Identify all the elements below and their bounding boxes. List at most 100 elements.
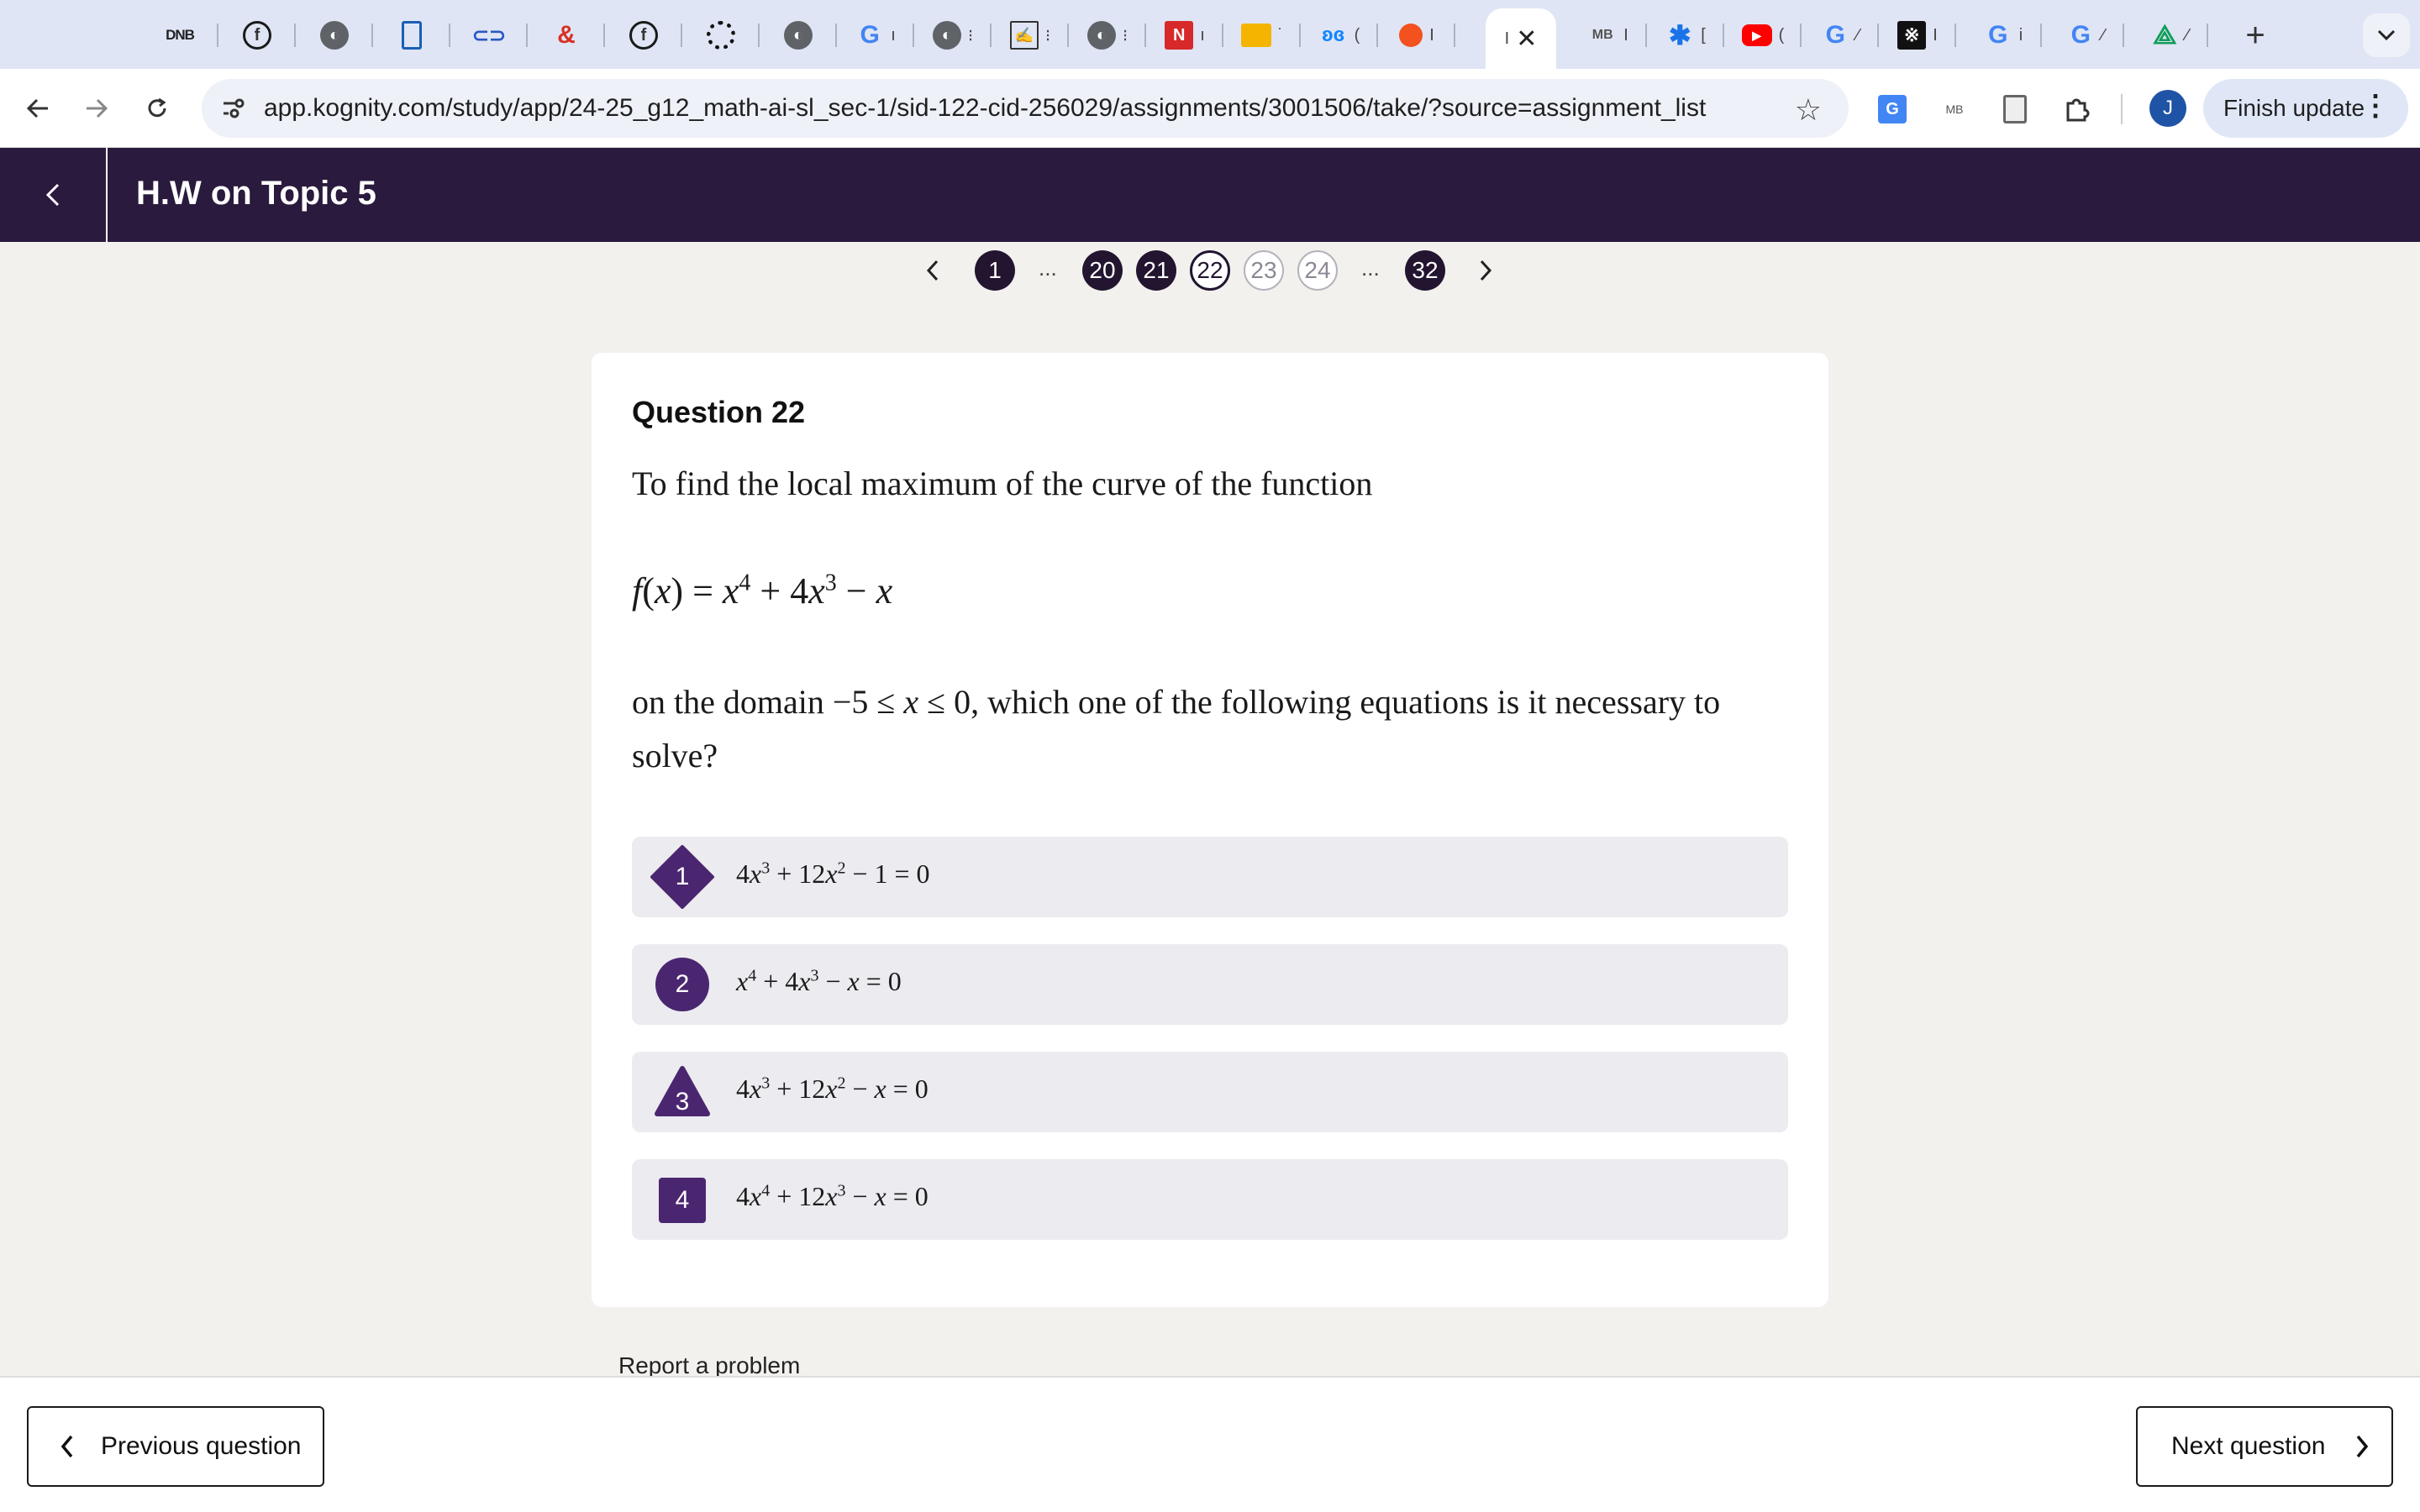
pager-page[interactable]: 23 (1244, 250, 1284, 291)
browser-tab[interactable]: ✍ ⁝ (992, 12, 1069, 59)
question-pager: 1 ... 20 21 22 23 24 ... 32 (0, 249, 2420, 291)
notion-icon: N (1165, 21, 1194, 50)
pager-prev-button[interactable] (916, 254, 950, 287)
browser-tab[interactable]: Nı (1146, 12, 1223, 59)
globe-icon: ◐ (320, 21, 349, 50)
google-icon: G (1988, 21, 2008, 49)
ampersand-icon: & (557, 21, 576, 49)
browser-tab-active[interactable]: I ✕ (1486, 8, 1556, 69)
diamond-badge-icon: 1 (650, 845, 714, 909)
browser-tab[interactable]: ⊂⊃ (450, 12, 528, 59)
drive-icon: ⟁ (2153, 19, 2177, 50)
browser-tab[interactable]: ◐ ⁝ (914, 12, 992, 59)
scribble-icon: ✍ (1009, 21, 1039, 50)
more-menu-icon: ⋮ (2361, 90, 2390, 122)
address-bar[interactable]: app.kognity.com/study/app/24-25_g12_math… (202, 79, 1849, 138)
option-expression: 4x3 + 12x2 − x = 0 (736, 1074, 929, 1104)
mb-icon: MB (1591, 28, 1613, 42)
butterfly-icon: ʚɞ (1322, 24, 1345, 46)
pager-page[interactable]: 1 (975, 250, 1015, 291)
reader-mode-icon[interactable] (1998, 92, 2032, 126)
browser-tab[interactable]: ◐ (760, 12, 837, 59)
browser-tab[interactable]: ◐ (296, 12, 373, 59)
close-tab-icon[interactable]: ✕ (1516, 24, 1537, 54)
answer-option[interactable]: 4 4x4 + 12x3 − x = 0 (632, 1159, 1788, 1240)
toolbar-divider (2121, 94, 2123, 124)
finish-update-label: Finish update (2223, 95, 2365, 121)
mb-extension-icon[interactable]: MB (1938, 92, 1971, 126)
browser-toolbar: app.kognity.com/study/app/24-25_g12_math… (0, 69, 2420, 148)
pager-page[interactable]: 32 (1405, 250, 1445, 291)
square-badge-icon: 4 (659, 1178, 706, 1223)
browser-tab[interactable]: MB I (1570, 12, 1647, 59)
browser-tab[interactable]: ▶( (1724, 12, 1802, 59)
chevron-right-icon (1480, 260, 1492, 281)
question-domain-line: on the domain −5 ≤ x ≤ 0, which one of t… (632, 675, 1720, 729)
answer-option[interactable]: 1 4x3 + 12x2 − 1 = 0 (632, 837, 1788, 917)
browser-tab[interactable]: Gi (1965, 12, 2042, 59)
browser-tab[interactable]: Gı (837, 12, 914, 59)
header-back-button[interactable] (0, 148, 108, 242)
answer-option[interactable]: 2 x4 + 4x3 − x = 0 (632, 944, 1788, 1025)
function-formula: f(x) = x4 + 4x3 − x (632, 570, 893, 612)
chevron-right-icon (2357, 1435, 2369, 1458)
slides-icon (1240, 24, 1271, 47)
previous-question-button[interactable]: Previous question (27, 1406, 324, 1487)
option-number: 3 (675, 1088, 690, 1116)
domain-suffix: , which one of the following equations i… (971, 683, 1721, 721)
new-tab-button[interactable]: + (2235, 15, 2275, 55)
browser-tab[interactable] (373, 12, 450, 59)
browser-tab[interactable]: f (218, 12, 296, 59)
reload-icon (148, 97, 166, 118)
option-expression: 4x3 + 12x2 − 1 = 0 (736, 858, 930, 889)
browser-tab[interactable]: G ⁄ (1802, 12, 1879, 59)
finish-update-button[interactable]: Finish update ⋮ (2203, 79, 2408, 138)
bookmark-star-icon[interactable]: ☆ (1795, 92, 1822, 128)
browser-tab[interactable]: ⟁ ⁄ (2131, 12, 2208, 59)
google-icon: G (860, 21, 880, 49)
next-question-button[interactable]: Next question (2136, 1406, 2393, 1487)
pager-ellipsis: ... (1039, 255, 1057, 281)
option-expression: x4 + 4x3 − x = 0 (736, 966, 902, 996)
kanji-icon: ※ (1897, 21, 1927, 50)
browser-tab[interactable]: ※ I (1879, 12, 1956, 59)
reload-button[interactable] (136, 87, 178, 129)
google-translate-icon[interactable]: G (1876, 92, 1909, 126)
arrow-left-icon (26, 98, 48, 118)
forward-button[interactable] (76, 87, 118, 129)
puzzle-icon: ✱ (1668, 20, 1691, 50)
chevron-left-icon (45, 183, 60, 207)
pager-page[interactable]: 21 (1136, 250, 1176, 291)
pager-page[interactable]: 20 (1082, 250, 1123, 291)
browser-tab[interactable]: DNB (141, 12, 218, 59)
option-expression: 4x4 + 12x3 − x = 0 (736, 1181, 929, 1211)
option-number: 2 (675, 970, 690, 998)
browser-tab[interactable]: ✱[ (1647, 12, 1724, 59)
pager-page-current[interactable]: 22 (1190, 250, 1230, 291)
browser-tab[interactable]: f (605, 12, 682, 59)
browser-tab[interactable] (682, 12, 760, 59)
browser-tab[interactable]: ʚɞ( (1301, 12, 1378, 59)
answer-option[interactable]: 3 4x3 + 12x2 − x = 0 (632, 1052, 1788, 1132)
chevron-left-icon (926, 260, 939, 281)
browser-tab-strip: DNB f ◐ ⊂⊃ & f ◐ Gı ◐⁝ ✍⁝ ◐⁝ Nı ˙ ʚɞ( (0, 0, 2420, 69)
assignment-title: H.W on Topic 5 (136, 175, 376, 212)
globe-icon: ◐ (784, 21, 813, 50)
fb-logo-icon: f (629, 21, 658, 50)
profile-avatar[interactable]: J (2149, 90, 2186, 127)
google-icon: G (1825, 21, 1845, 49)
pager-page[interactable]: 24 (1297, 250, 1338, 291)
tab-list-button[interactable] (2363, 13, 2410, 57)
site-settings-icon[interactable] (220, 96, 245, 121)
browser-tab[interactable]: & (528, 12, 605, 59)
pager-next-button[interactable] (1469, 254, 1502, 287)
extensions-puzzle-icon[interactable] (2060, 92, 2094, 126)
browser-tab[interactable]: ˙ (1223, 12, 1301, 59)
browser-tab[interactable]: ◐ ⁝ (1069, 12, 1146, 59)
browser-tab[interactable]: I (1378, 12, 1455, 59)
browser-tab[interactable]: G ⁄ (2047, 12, 2124, 59)
url-text[interactable]: app.kognity.com/study/app/24-25_g12_math… (264, 94, 1706, 123)
back-button[interactable] (17, 87, 59, 129)
domain-prefix: on the domain (632, 683, 824, 721)
google-icon: G (2070, 21, 2091, 49)
